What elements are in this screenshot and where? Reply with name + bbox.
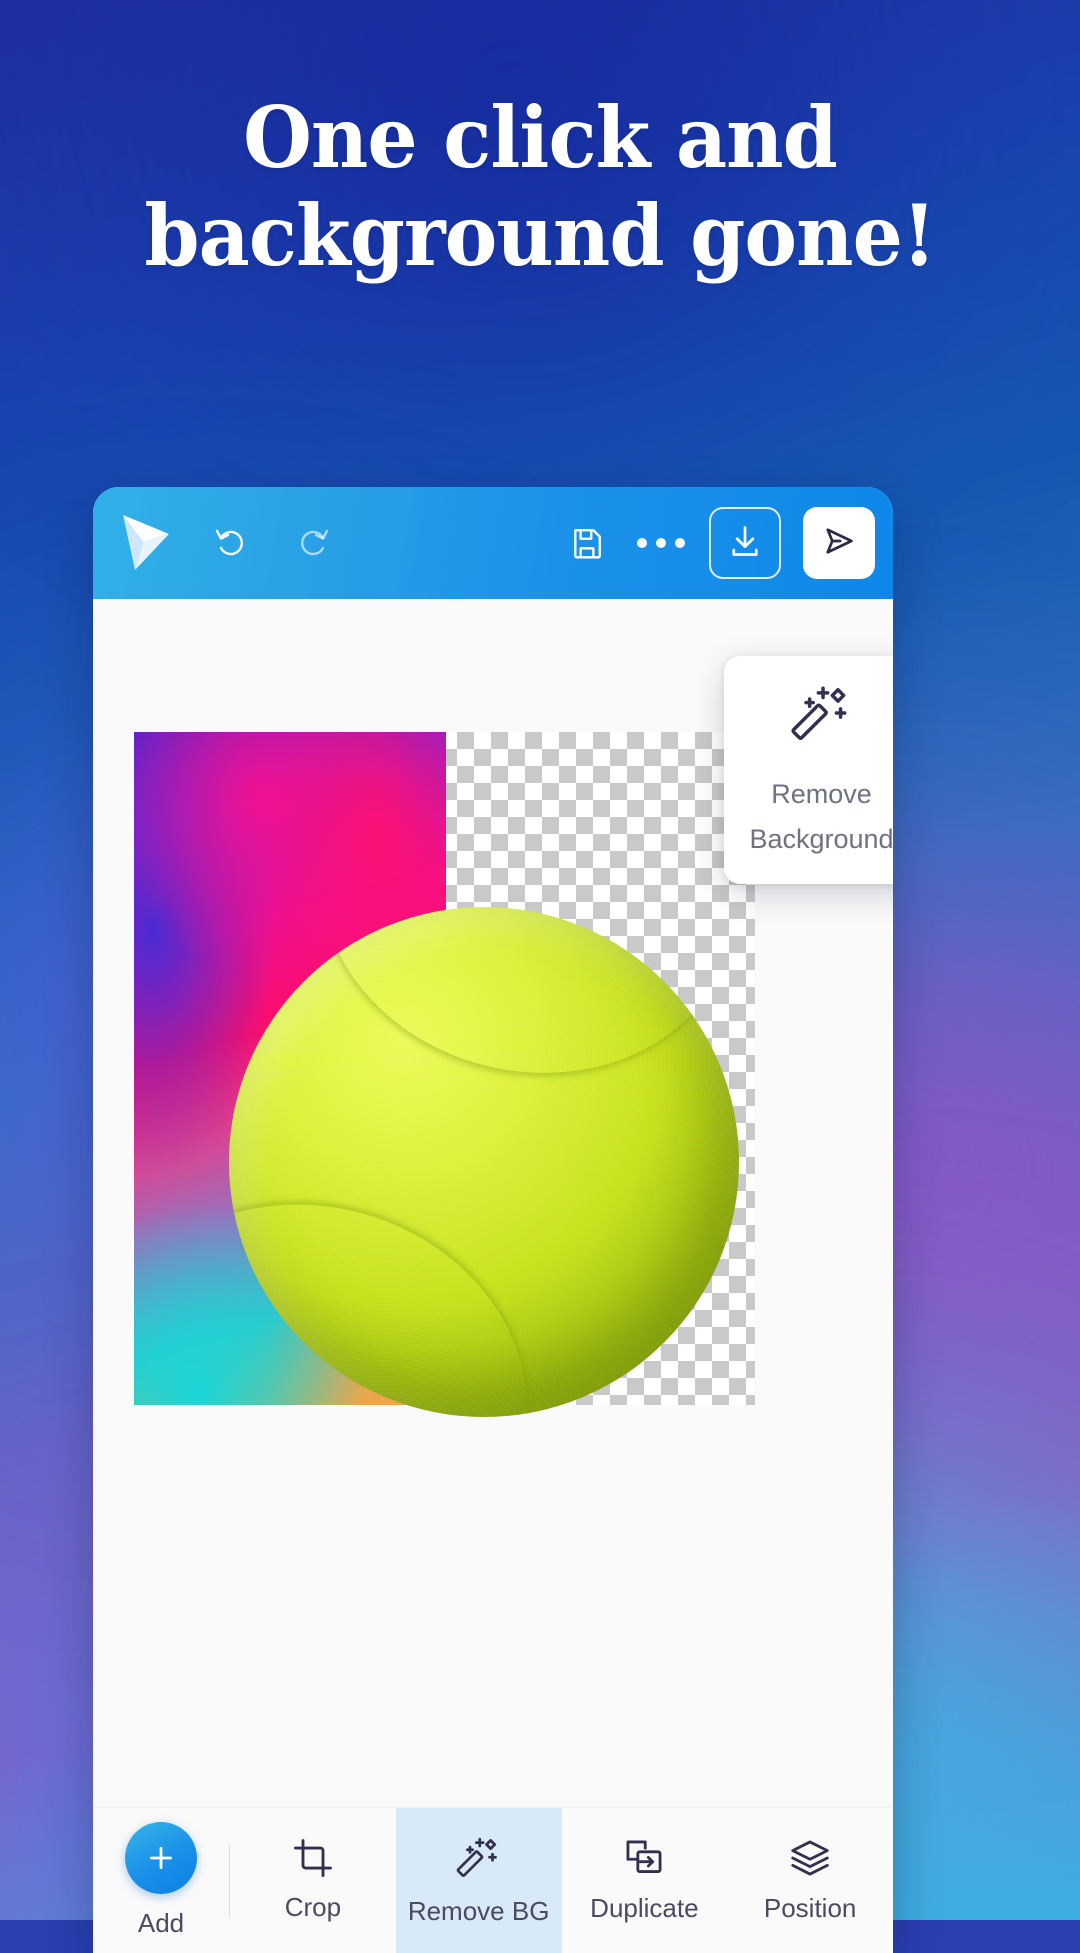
tool-duplicate-label: Duplicate: [590, 1893, 699, 1923]
dot-3: [675, 538, 685, 548]
tool-crop-label: Crop: [284, 1892, 342, 1922]
editor-canvas[interactable]: Remove Background: [93, 599, 893, 1807]
ball-seam-top: [281, 907, 739, 1117]
tool-duplicate[interactable]: Duplicate: [562, 1808, 728, 1953]
tool-position[interactable]: Position: [727, 1808, 893, 1953]
remove-background-card[interactable]: Remove Background: [724, 656, 893, 884]
toolbar-right-group: [561, 507, 875, 579]
app-toolbar: [93, 487, 893, 599]
tool-position-label: Position: [763, 1893, 857, 1923]
toolbar-left-group: [119, 512, 339, 574]
tool-remove-bg[interactable]: Remove BG: [395, 1808, 562, 1953]
save-disk-icon[interactable]: [561, 517, 613, 569]
add-button[interactable]: Add: [93, 1808, 229, 1953]
bottom-toolbar: Add Crop Remove BG Duplicate Position: [93, 1807, 893, 1953]
page-title: One click and background gone!: [0, 96, 1080, 278]
tool-crop[interactable]: Crop: [230, 1808, 396, 1953]
duplicate-icon: [623, 1837, 665, 1879]
send-button[interactable]: [803, 507, 875, 579]
dot-2: [656, 538, 666, 548]
layers-icon: [789, 1837, 831, 1879]
headline-line-2: background gone!: [144, 186, 936, 285]
add-label: Add: [137, 1908, 185, 1938]
ball-seam-bottom: [229, 1154, 572, 1417]
headline-line-1: One click and: [243, 88, 838, 187]
crop-icon: [293, 1838, 333, 1878]
dot-1: [637, 538, 647, 548]
magic-wand-icon: [789, 681, 855, 752]
magic-wand-icon: [455, 1834, 503, 1882]
tennis-ball-subject: [229, 907, 739, 1417]
phone-mockup: Remove Background Add Crop Remove BG Dup…: [93, 487, 893, 1953]
tennis-ball-image[interactable]: [134, 732, 755, 1417]
more-dots-icon[interactable]: [635, 517, 687, 569]
plus-icon: [125, 1822, 197, 1894]
redo-icon[interactable]: [287, 517, 339, 569]
remove-background-label-line-2: Background: [749, 823, 893, 854]
download-icon: [727, 523, 763, 564]
app-logo-icon[interactable]: [119, 512, 175, 574]
download-button[interactable]: [709, 507, 781, 579]
remove-background-label-line-1: Remove: [771, 779, 872, 809]
send-arrow-icon: [821, 523, 857, 564]
tool-remove-bg-label: Remove BG: [407, 1896, 550, 1926]
undo-icon[interactable]: [205, 517, 257, 569]
